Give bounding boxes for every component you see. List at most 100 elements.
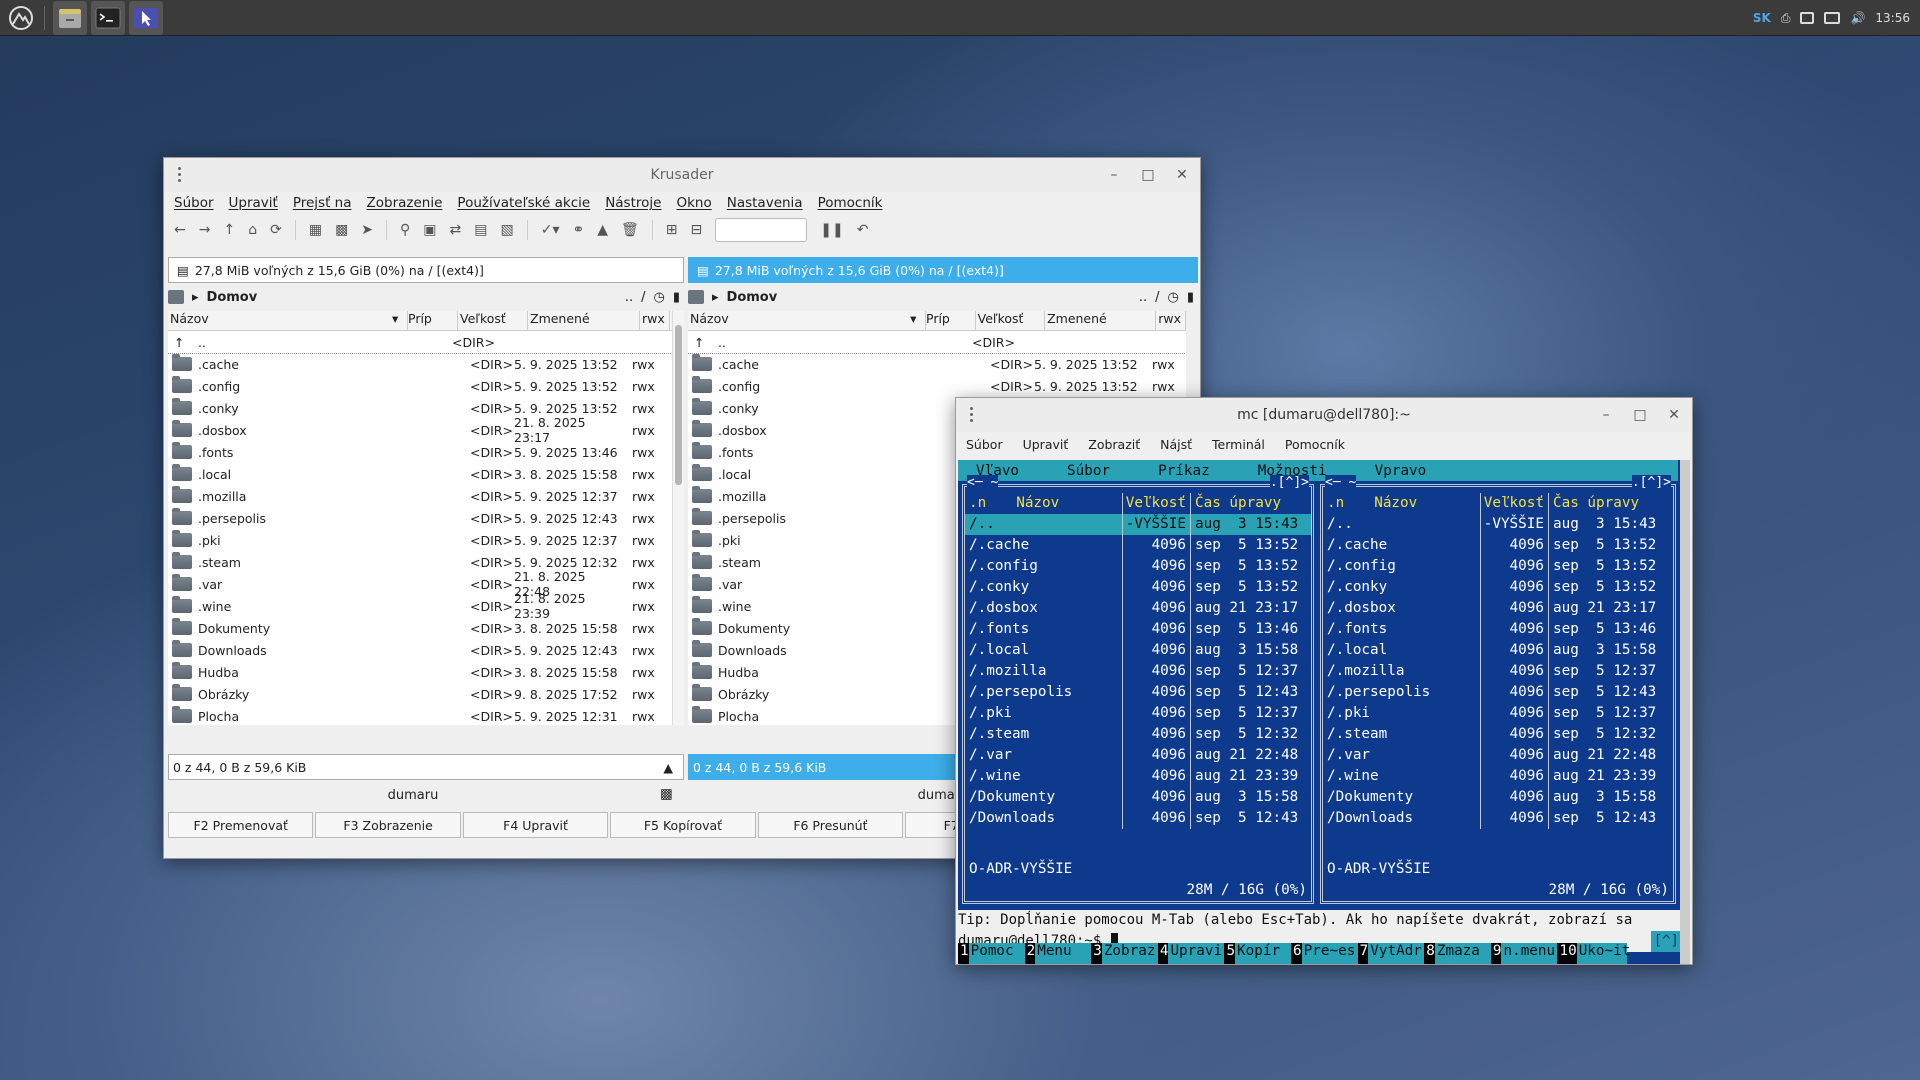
terminal-scrollbar[interactable] [1680, 460, 1690, 964]
table-row[interactable]: .wine<DIR>21. 8. 2025 23:39rwx [168, 591, 672, 621]
mc-fkey-label[interactable]: Pre~es [1301, 943, 1358, 964]
table-row[interactable]: .persepolis <DIR>5. 9. 2025 12:43 rwx [168, 507, 672, 529]
table-row[interactable]: .config <DIR> 5. 9. 2025 13:52 rwx [168, 375, 672, 397]
column-header[interactable]: Veľkosť [976, 311, 1046, 330]
app-menu-icon[interactable] [4, 1, 38, 35]
table-row[interactable]: Hudba <DIR>3. 8. 2025 15:58 rwx [168, 661, 672, 683]
terminal-menu-item[interactable]: Zobraziť [1088, 437, 1140, 452]
mc-menu-item[interactable]: Súbor [1067, 463, 1110, 479]
fkey-button[interactable]: F6 Presunúť [757, 812, 904, 838]
mc-file-row[interactable]: /.mozilla 4096 sep 5 12:37 [965, 661, 1311, 682]
fkey-button[interactable]: F3 Zobrazenie [315, 812, 461, 838]
mc-file-row[interactable]: /.fonts 4096 sep 5 13:46 [1323, 619, 1673, 640]
table-row-up[interactable]: ↑.. <DIR> [688, 331, 1186, 354]
display-icon[interactable] [1824, 12, 1841, 24]
mc-file-row[interactable]: /.persepolis 4096 sep 5 12:43 [1323, 682, 1673, 703]
fkey-button[interactable]: F2 Premenovať [168, 812, 314, 838]
column-header[interactable]: Zmenené [528, 311, 640, 330]
search-icon[interactable]: ⚲ [400, 222, 410, 238]
terminal-menu-item[interactable]: Nájsť [1160, 437, 1192, 452]
mc-file-row[interactable]: /Dokumenty 4096 aug 3 15:58 [965, 787, 1311, 808]
table-row[interactable]: Obrázky <DIR>9. 8. 2025 17:52 rwx [168, 683, 672, 705]
new-tab-icon[interactable]: ⊞ [666, 222, 678, 238]
menu-item[interactable]: Súbor [174, 195, 214, 211]
mc-file-row[interactable]: /.cache 4096 sep 5 13:52 [1323, 535, 1673, 556]
table-row[interactable]: .dosbox<DIR>21. 8. 2025 23:17rwx [168, 415, 672, 445]
unpack-icon[interactable]: ▧ [501, 222, 514, 238]
sync-icon[interactable]: ⇄ [450, 222, 462, 238]
column-header[interactable]: Príp [406, 311, 458, 330]
menu-item[interactable]: Nastavenia [727, 195, 803, 211]
up-icon[interactable]: ↑ [223, 222, 235, 238]
pause-icon[interactable]: ❚❚ [820, 222, 843, 238]
mc-file-row[interactable]: /.local 4096 aug 3 15:58 [965, 640, 1311, 661]
terminal-area[interactable]: Vľavo Súbor Príkaz Možnosti Vpravo <─ ~ .[^]… [958, 460, 1682, 964]
mc-file-row[interactable]: /Dokumenty 4096 aug 3 15:58 [1323, 787, 1673, 808]
toolbar-input[interactable] [715, 218, 808, 242]
mc-file-row[interactable]: /.pki 4096 sep 5 12:37 [965, 703, 1311, 724]
mc-file-row[interactable]: /.wine 4096 aug 21 23:39 [965, 766, 1311, 787]
back-icon[interactable]: ← [174, 222, 186, 238]
mc-fkey-number[interactable]: 2 [1024, 943, 1036, 964]
table-row[interactable]: .cache <DIR> 5. 9. 2025 13:52 rwx [688, 353, 1186, 375]
printer-icon[interactable]: ⎙ [1781, 11, 1791, 26]
mc-left-panel[interactable]: <─ ~ .[^]> .n Názov Veľkosť Čas úpravy /.. -V… [962, 475, 1314, 904]
window-menu-icon[interactable] [970, 407, 974, 423]
left-scrollbar[interactable] [672, 311, 684, 725]
table-row[interactable]: .fonts <DIR>5. 9. 2025 13:46 rwx [168, 441, 672, 463]
mc-file-row[interactable]: /.persepolis 4096 sep 5 12:43 [965, 682, 1311, 703]
mc-fkey-number[interactable]: 4 [1157, 943, 1169, 964]
network-icon[interactable]: ⚭ [573, 222, 585, 238]
left-path-bar[interactable]: ▸ Domov .. / ◷ ▮ [168, 285, 684, 309]
table-row[interactable]: Dokumenty <DIR>3. 8. 2025 15:58 rwx [168, 617, 672, 639]
mc-fkey-label[interactable]: VytAdr [1368, 943, 1425, 964]
fkey-button[interactable]: F4 Upraviť [462, 812, 609, 838]
task-terminal-icon[interactable] [91, 0, 125, 35]
terminal-menu-item[interactable]: Upraviť [1023, 437, 1069, 452]
mc-fkey-label[interactable]: Pomoc [968, 943, 1025, 964]
mc-fkey-label[interactable]: Menu [1035, 943, 1092, 964]
mc-fkey-number[interactable]: 5 [1224, 943, 1236, 964]
mount-icon[interactable]: ▲ [597, 222, 608, 238]
mc-file-row[interactable]: /.dosbox 4096 aug 21 23:17 [965, 598, 1311, 619]
mc-fkey-label[interactable]: Zmaza [1434, 943, 1491, 964]
table-row[interactable]: .config <DIR> 5. 9. 2025 13:52 rwx [688, 375, 1186, 397]
window-menu-icon[interactable] [178, 167, 182, 183]
mc-file-row[interactable]: /.steam 4096 sep 5 12:32 [965, 724, 1311, 745]
table-row-up[interactable]: ↑.. <DIR> [168, 331, 672, 354]
mc-file-row[interactable]: /.conky 4096 sep 5 13:52 [1323, 577, 1673, 598]
table-row[interactable]: Downloads <DIR>5. 9. 2025 12:43 rwx [168, 639, 672, 661]
table-row[interactable]: Plocha <DIR>5. 9. 2025 12:31 rwx [168, 705, 672, 725]
table-row[interactable]: .pki <DIR>5. 9. 2025 12:37 rwx [168, 529, 672, 551]
mc-file-row[interactable]: /Downloads 4096 sep 5 12:43 [1323, 808, 1673, 829]
path-root[interactable]: / [1155, 290, 1159, 305]
column-header[interactable]: Zmenené [1045, 311, 1157, 330]
task-krusader-icon[interactable] [53, 0, 87, 35]
mc-fkey-number[interactable]: 3 [1091, 943, 1102, 964]
column-header[interactable]: Názov [168, 311, 408, 330]
mc-file-row[interactable]: /.local 4096 aug 3 15:58 [1323, 640, 1673, 661]
menu-item[interactable]: Nástroje [605, 195, 661, 211]
menu-item[interactable]: Upraviť [229, 195, 278, 211]
mc-fkey-label[interactable]: Kopír [1235, 943, 1292, 964]
mc-file-row[interactable]: /.mozilla 4096 sep 5 12:37 [1323, 661, 1673, 682]
archive-icon[interactable]: ▤ [474, 222, 487, 238]
table-row[interactable]: .local <DIR>3. 8. 2025 15:58 rwx [168, 463, 672, 485]
mc-fkey-number[interactable]: 6 [1291, 943, 1302, 964]
krusader-titlebar[interactable]: Krusader – □ ✕ [164, 158, 1200, 192]
mc-file-row[interactable]: /.wine 4096 aug 21 23:39 [1323, 766, 1673, 787]
terminal-menu-item[interactable]: Súbor [966, 437, 1003, 452]
bookmark-icon[interactable]: ▮ [1187, 290, 1194, 305]
undo-icon[interactable]: ↶ [857, 222, 869, 238]
mc-menu-item[interactable]: Príkaz [1158, 463, 1210, 479]
panel-nav-left[interactable]: .[^]> [1269, 475, 1309, 490]
right-path-bar[interactable]: ▸ Domov .. / ◷ ▮ [688, 285, 1198, 309]
close-icon[interactable]: ✕ [1174, 167, 1190, 183]
mc-fkey-number[interactable]: 8 [1424, 943, 1435, 964]
terminal-toggle-icon[interactable]: ▩ [660, 786, 673, 802]
mc-fkey-number[interactable]: 9 [1490, 943, 1502, 964]
mc-file-row[interactable]: /.fonts 4096 sep 5 13:46 [965, 619, 1311, 640]
mc-file-row[interactable]: /.. -VYŠŠIE aug 3 15:43 [1323, 514, 1673, 535]
mc-file-row[interactable]: /.dosbox 4096 aug 21 23:17 [1323, 598, 1673, 619]
mc-fkey-number[interactable]: 1 [958, 943, 969, 964]
